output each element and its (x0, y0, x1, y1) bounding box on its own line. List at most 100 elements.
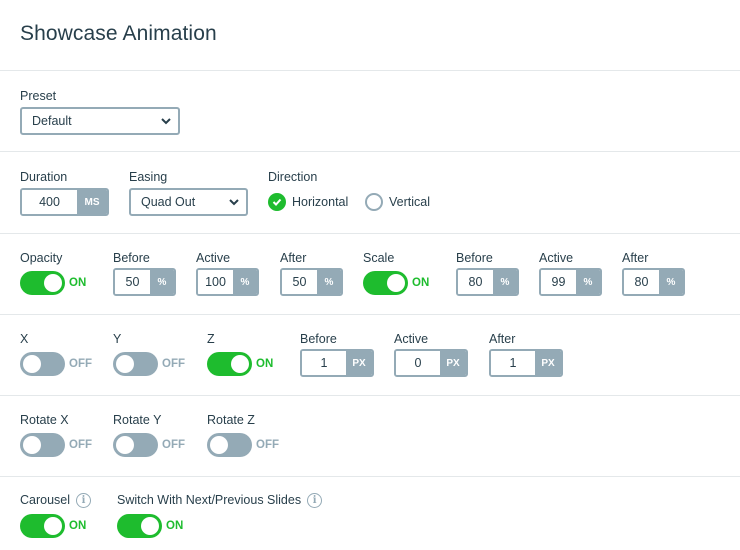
translate-z-toggle[interactable]: ON (207, 352, 273, 376)
scale-toggle[interactable]: ON (363, 271, 429, 295)
switch-slides-label: Switch With Next/Previous Slides (117, 493, 302, 507)
divider (0, 70, 740, 71)
direction-vertical-label: Vertical (389, 195, 430, 209)
translate-after-input[interactable]: 1 PX (489, 349, 563, 377)
percent-unit: % (233, 270, 257, 294)
scale-after-input[interactable]: 80 % (622, 268, 685, 296)
translate-before-value[interactable]: 1 (302, 351, 346, 375)
rotate-y-state: OFF (162, 439, 185, 451)
translate-active-value[interactable]: 0 (396, 351, 440, 375)
toggle-knob[interactable] (44, 274, 62, 292)
rotate-z-toggle[interactable]: OFF (207, 433, 279, 457)
scale-active-value[interactable]: 99 (541, 270, 576, 294)
translate-active-input[interactable]: 0 PX (394, 349, 468, 377)
opacity-active-value[interactable]: 100 (198, 270, 233, 294)
opacity-toggle[interactable]: ON (20, 271, 86, 295)
toggle-track[interactable] (117, 514, 162, 538)
scale-state: ON (412, 277, 430, 289)
toggle-knob[interactable] (116, 436, 134, 454)
toggle-track[interactable] (20, 433, 65, 457)
translate-after-value[interactable]: 1 (491, 351, 535, 375)
duration-value[interactable]: 400 (22, 190, 77, 214)
scale-after-value[interactable]: 80 (624, 270, 659, 294)
px-unit: PX (440, 351, 466, 375)
switch-slides-toggle[interactable]: ON (117, 514, 183, 538)
toggle-knob[interactable] (387, 274, 405, 292)
toggle-track[interactable] (20, 271, 65, 295)
divider (0, 395, 740, 396)
opacity-active-label: Active (196, 251, 231, 265)
panel-title: Showcase Animation (20, 22, 217, 45)
carousel-toggle[interactable]: ON (20, 514, 86, 538)
direction-horizontal-radio[interactable]: Horizontal (268, 193, 348, 211)
translate-z-label: Z (207, 332, 215, 346)
opacity-active-input[interactable]: 100 % (196, 268, 259, 296)
px-unit: PX (535, 351, 561, 375)
chevron-down-icon (161, 118, 171, 125)
info-icon[interactable]: i (307, 493, 323, 508)
toggle-track[interactable] (363, 271, 408, 295)
info-icon[interactable]: i (76, 493, 92, 508)
duration-label: Duration (20, 170, 68, 184)
translate-x-label: X (20, 332, 29, 346)
translate-x-toggle[interactable]: OFF (20, 352, 92, 376)
preset-select[interactable]: Default (20, 107, 180, 135)
opacity-after-value[interactable]: 50 (282, 270, 317, 294)
toggle-track[interactable] (113, 352, 158, 376)
toggle-track[interactable] (20, 514, 65, 538)
rotate-x-label: Rotate X (20, 413, 69, 427)
toggle-knob[interactable] (23, 355, 41, 373)
rotate-x-state: OFF (69, 439, 92, 451)
direction-horizontal-label: Horizontal (292, 195, 349, 209)
translate-y-toggle[interactable]: OFF (113, 352, 185, 376)
toggle-knob[interactable] (231, 355, 249, 373)
toggle-knob[interactable] (141, 517, 159, 535)
percent-unit: % (659, 270, 683, 294)
duration-unit: MS (77, 190, 107, 214)
toggle-knob[interactable] (44, 517, 62, 535)
rotate-z-label: Rotate Z (207, 413, 255, 427)
opacity-after-label: After (280, 251, 307, 265)
translate-x-state: OFF (69, 358, 92, 370)
preset-label: Preset (20, 89, 57, 103)
opacity-before-label: Before (113, 251, 150, 265)
direction-vertical-radio[interactable]: Vertical (365, 193, 430, 211)
rotate-y-toggle[interactable]: OFF (113, 433, 185, 457)
divider (0, 233, 740, 234)
switch-slides-state: ON (166, 520, 184, 532)
easing-select[interactable]: Quad Out (129, 188, 248, 216)
divider (0, 151, 740, 152)
duration-input[interactable]: 400 MS (20, 188, 109, 216)
divider (0, 476, 740, 477)
rotate-y-label: Rotate Y (113, 413, 162, 427)
translate-before-input[interactable]: 1 PX (300, 349, 374, 377)
opacity-after-input[interactable]: 50 % (280, 268, 343, 296)
percent-unit: % (317, 270, 341, 294)
scale-active-label: Active (539, 251, 574, 265)
rotate-x-toggle[interactable]: OFF (20, 433, 92, 457)
carousel-state: ON (69, 520, 87, 532)
scale-active-input[interactable]: 99 % (539, 268, 602, 296)
px-unit: PX (346, 351, 372, 375)
toggle-track[interactable] (207, 433, 252, 457)
direction-label: Direction (268, 170, 318, 184)
opacity-before-value[interactable]: 50 (115, 270, 150, 294)
toggle-knob[interactable] (210, 436, 228, 454)
preset-field: Preset (20, 89, 56, 104)
opacity-label: Opacity (20, 251, 63, 265)
preset-value: Default (32, 114, 72, 128)
translate-after-label: After (489, 332, 516, 346)
percent-unit: % (150, 270, 174, 294)
scale-before-input[interactable]: 80 % (456, 268, 519, 296)
translate-active-label: Active (394, 332, 429, 346)
toggle-track[interactable] (20, 352, 65, 376)
rotate-z-state: OFF (256, 439, 279, 451)
toggle-knob[interactable] (23, 436, 41, 454)
opacity-before-input[interactable]: 50 % (113, 268, 176, 296)
scale-before-value[interactable]: 80 (458, 270, 493, 294)
translate-z-state: ON (256, 358, 274, 370)
toggle-track[interactable] (207, 352, 252, 376)
toggle-knob[interactable] (116, 355, 134, 373)
toggle-track[interactable] (113, 433, 158, 457)
carousel-label: Carousel (20, 493, 71, 507)
